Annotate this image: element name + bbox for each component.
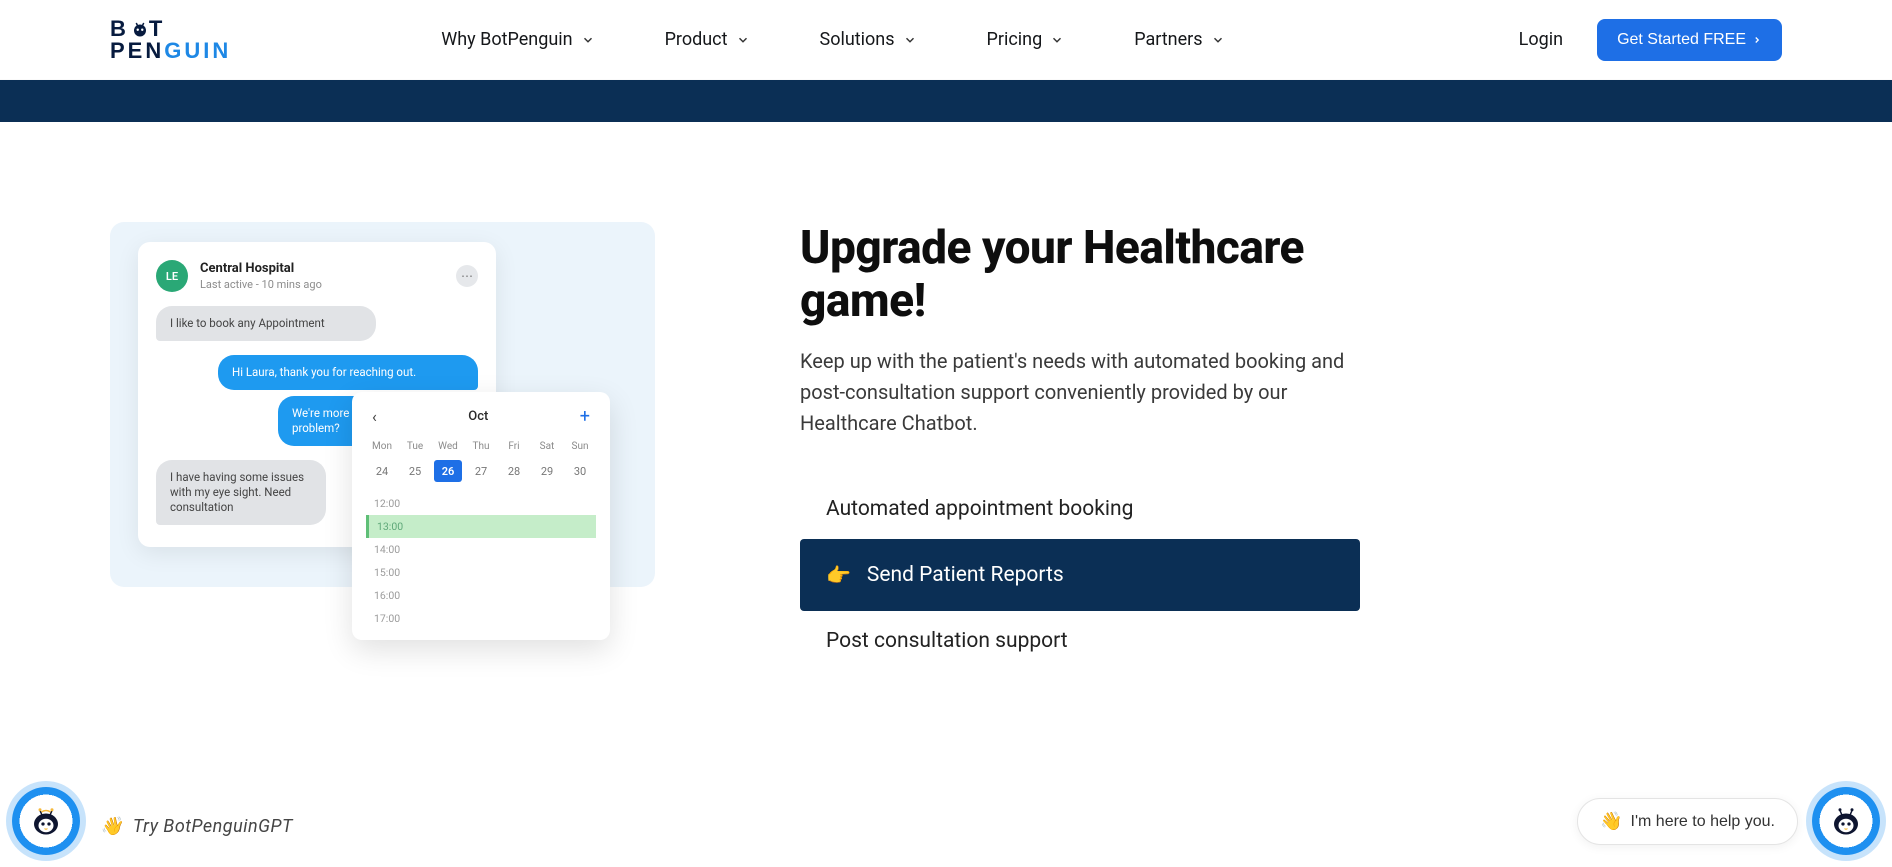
help-text: I'm here to help you. — [1631, 813, 1775, 831]
nav-label: Solutions — [820, 29, 895, 50]
chevron-down-icon — [1211, 33, 1225, 47]
time-slot[interactable]: 12:00 — [366, 492, 596, 515]
dark-band — [0, 80, 1892, 122]
option-label: Send Patient Reports — [867, 563, 1064, 587]
logo-top: BT — [110, 18, 231, 40]
dow: Thu — [467, 441, 495, 452]
dow: Wed — [434, 441, 462, 452]
option-send-reports[interactable]: 👉 Send Patient Reports — [800, 539, 1360, 611]
calendar-header: ‹ Oct + — [366, 406, 596, 437]
calendar-day[interactable]: 30 — [566, 460, 594, 482]
calendar-day[interactable]: 24 — [368, 460, 396, 482]
header-right: Login Get Started FREE — [1519, 19, 1782, 61]
content: Upgrade your Healthcare game! Keep up wi… — [800, 222, 1360, 671]
dow: Mon — [368, 441, 396, 452]
chevron-down-icon — [581, 33, 595, 47]
dow: Sat — [533, 441, 561, 452]
bot-icon — [1828, 803, 1864, 839]
plus-icon[interactable]: + — [580, 406, 590, 427]
chat-title: Central Hospital — [200, 261, 322, 276]
calendar-day[interactable]: 29 — [533, 460, 561, 482]
help-pill[interactable]: 👋 I'm here to help you. — [1577, 798, 1798, 845]
nav-label: Product — [665, 29, 728, 50]
time-slot[interactable]: 17:00 — [366, 607, 596, 630]
chevron-down-icon — [736, 33, 750, 47]
calendar-day[interactable]: 28 — [500, 460, 528, 482]
chevron-right-icon — [1752, 33, 1762, 47]
dow: Tue — [401, 441, 429, 452]
nav-label: Pricing — [987, 29, 1043, 50]
point-right-icon: 👉 — [826, 563, 851, 587]
time-slot[interactable]: 16:00 — [366, 584, 596, 607]
chatbot-launcher-left[interactable] — [12, 787, 80, 855]
dow: Sun — [566, 441, 594, 452]
more-icon[interactable]: ⋯ — [456, 265, 478, 287]
calendar-card: ‹ Oct + Mon Tue Wed Thu Fri Sat Sun 24 2… — [352, 392, 610, 640]
logo[interactable]: BT PENGUIN — [110, 18, 231, 62]
penguin-icon — [131, 20, 149, 38]
option-post-consult[interactable]: Post consultation support — [800, 611, 1360, 671]
option-auto-booking[interactable]: Automated appointment booking — [800, 479, 1360, 539]
try-gpt-prompt[interactable]: 👋 Try BotPenguinGPT — [100, 816, 293, 837]
avatar: LE — [156, 260, 188, 292]
chat-subtitle: Last active - 10 mins ago — [200, 278, 322, 291]
calendar-dow-row: Mon Tue Wed Thu Fri Sat Sun — [366, 437, 596, 456]
calendar-month: Oct — [468, 409, 488, 424]
chatbot-launcher-right[interactable] — [1812, 787, 1880, 855]
nav-label: Why BotPenguin — [441, 29, 572, 50]
calendar-day-selected[interactable]: 26 — [434, 460, 462, 482]
chevron-down-icon — [1050, 33, 1064, 47]
calendar-times: 12:00 13:00 14:00 15:00 16:00 17:00 — [366, 492, 596, 630]
chevron-down-icon — [903, 33, 917, 47]
wave-icon: 👋 — [1600, 811, 1622, 832]
chat-bubble-in: I like to book any Appointment — [156, 306, 376, 341]
chat-bubble-out: Hi Laura, thank you for reaching out. — [218, 355, 478, 390]
nav-partners[interactable]: Partners — [1134, 29, 1224, 50]
page-lead: Keep up with the patient's needs with au… — [800, 346, 1360, 439]
nav-solutions[interactable]: Solutions — [820, 29, 917, 50]
time-slot[interactable]: 15:00 — [366, 561, 596, 584]
nav-product[interactable]: Product — [665, 29, 750, 50]
bot-icon — [28, 803, 64, 839]
main: LE Central Hospital Last active - 10 min… — [0, 122, 1892, 671]
time-slot-selected[interactable]: 13:00 — [366, 515, 596, 538]
logo-bottom: PENGUIN — [110, 40, 231, 62]
main-nav: Why BotPenguin Product Solutions Pricing… — [441, 29, 1224, 50]
chevron-left-icon[interactable]: ‹ — [372, 407, 377, 426]
cta-label: Get Started FREE — [1617, 31, 1746, 49]
chat-bubble-in: I have having some issues with my eye si… — [156, 460, 326, 525]
dow: Fri — [500, 441, 528, 452]
page-heading: Upgrade your Healthcare game! — [800, 222, 1360, 328]
chat-title-block: Central Hospital Last active - 10 mins a… — [200, 261, 322, 291]
login-link[interactable]: Login — [1519, 29, 1563, 50]
nav-label: Partners — [1134, 29, 1202, 50]
get-started-button[interactable]: Get Started FREE — [1597, 19, 1782, 61]
illustration: LE Central Hospital Last active - 10 min… — [110, 222, 660, 642]
calendar-day[interactable]: 27 — [467, 460, 495, 482]
nav-why[interactable]: Why BotPenguin — [441, 29, 594, 50]
calendar-days-row: 24 25 26 27 28 29 30 — [366, 456, 596, 486]
wave-icon: 👋 — [100, 816, 123, 837]
chat-header: LE Central Hospital Last active - 10 min… — [156, 260, 478, 292]
try-gpt-label: Try BotPenguinGPT — [133, 816, 293, 837]
header: BT PENGUIN Why BotPenguin Product Soluti… — [0, 0, 1892, 80]
time-slot[interactable]: 14:00 — [366, 538, 596, 561]
calendar-day[interactable]: 25 — [401, 460, 429, 482]
nav-pricing[interactable]: Pricing — [987, 29, 1065, 50]
